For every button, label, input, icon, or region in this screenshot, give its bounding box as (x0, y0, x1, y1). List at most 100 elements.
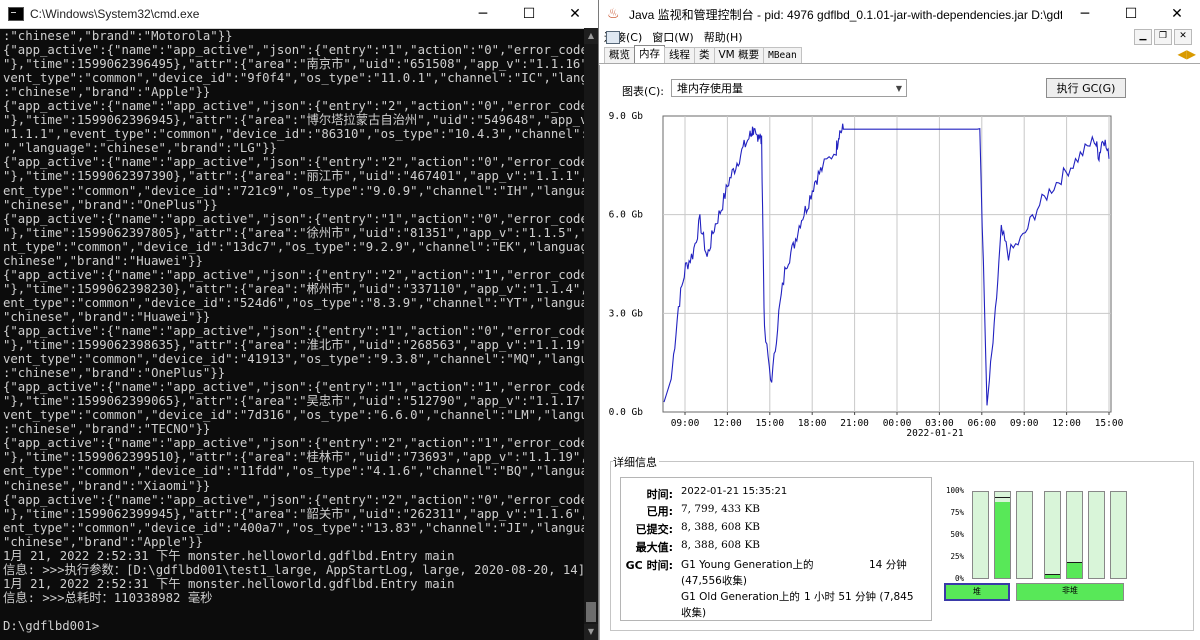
console-line: ent_type":"common","device_id":"400a7","… (3, 520, 587, 535)
mdi-minimize-button[interactable]: ▁ (1134, 29, 1152, 45)
console-line: "chinese","brand":"Apple"}} (3, 534, 203, 549)
console-line: ent_type":"common","device_id":"11fdd","… (3, 464, 587, 479)
gc-young-label: G1 Young Generation上的 (681, 559, 814, 571)
console-line: "},"time":1599062398230},"attr":{"area":… (3, 281, 587, 296)
memory-pool-bar[interactable] (1044, 491, 1061, 579)
menu-bar: 连接(C) 窗口(W) 帮助(H) ▁ ❐ ✕ (599, 28, 1200, 46)
console-line: "},"time":1599062397390},"attr":{"area":… (3, 169, 587, 184)
console-line: :"chinese","brand":"Motorola"}} (3, 29, 233, 43)
jconsole-minimize-button[interactable]: ─ (1062, 0, 1108, 28)
y-tick-label: 3.0 Gb (609, 308, 644, 319)
console-output[interactable]: :"chinese","brand":"Motorola"}} {"app_act… (0, 28, 587, 640)
cmd-scrollbar[interactable]: ▲ ▼ (584, 28, 598, 640)
console-line: 1月 21, 2022 2:52:31 下午 monster.helloworl… (3, 576, 455, 591)
console-line: "chinese","brand":"Xiaomi"}} (3, 478, 211, 493)
memory-pool-bar[interactable] (972, 491, 989, 579)
memory-info-panel: 时间: 2022-01-21 15:35:21 已用: 7, 799, 433 … (620, 477, 932, 621)
console-line: 信息: >>>执行参数：[D:\gdflbd001\test1_large, A… (3, 562, 586, 577)
memory-pool-bar[interactable] (1088, 491, 1105, 579)
x-tick-label: 15:00 (755, 418, 784, 429)
gc-time-key: GC 时间: (625, 559, 673, 572)
gc-old-count: 收集) (681, 607, 707, 619)
console-line: vent_type":"common","device_id":"7d316",… (3, 408, 587, 423)
console-line: {"app_active":{"name":"app_active","json… (3, 323, 587, 338)
max-value: 8, 388, 608 KB (681, 539, 761, 551)
heap-bar-label[interactable]: 堆 (944, 583, 1010, 601)
pool-y-tick: 100% (945, 486, 964, 495)
memory-pool-bars: 100% 75% 50% 25% 0% 堆非堆 (936, 486, 1182, 605)
heap-memory-chart: 9.0 Gb 6.0 Gb 3.0 Gb 0.0 Gb 09:00 12:00 15:00 1… (609, 111, 1124, 439)
cmd-titlebar[interactable]: C:\Windows\System32\cmd.exe ─ ☐ ✕ (0, 0, 598, 29)
memory-pool-bar[interactable] (994, 491, 1011, 579)
console-line: "},"time":1599062396945},"attr":{"area":… (3, 113, 587, 128)
pool-committed-marker (995, 497, 1010, 499)
mdi-restore-button[interactable]: ❐ (1154, 29, 1172, 45)
scrollbar-thumb[interactable] (586, 602, 596, 622)
memory-pool-bar[interactable] (1016, 491, 1033, 579)
y-tick-label: 9.0 Gb (609, 111, 644, 122)
tab-mbean[interactable]: MBean (763, 47, 802, 63)
console-line: "},"time":1599062396495},"attr":{"area":… (3, 57, 587, 72)
gc-old-time: 1 小时 51 分钟 (7,845 (804, 591, 914, 603)
tab-overview[interactable]: 概览 (604, 47, 635, 63)
console-line: "},"time":1599062398635},"attr":{"area":… (3, 338, 587, 353)
pool-committed-marker (1067, 561, 1082, 563)
jconsole-maximize-button[interactable]: ☐ (1108, 0, 1154, 28)
console-line: "chinese","brand":"Huawei"}} (3, 309, 211, 324)
pool-committed-marker (1045, 574, 1060, 576)
pool-used-fill (1045, 575, 1060, 578)
chart-select[interactable]: 堆内存使用量 ▼ (671, 79, 907, 97)
cmd-close-button[interactable]: ✕ (552, 0, 598, 28)
jconsole-window: ♨ Java 监视和管理控制台 - pid: 4976 gdflbd_0.1.0… (599, 0, 1200, 640)
committed-value: 8, 388, 608 KB (681, 521, 761, 533)
pool-used-fill (1067, 562, 1082, 578)
max-key: 最大值: (635, 541, 673, 554)
console-line: "},"time":1599062399945},"attr":{"area":… (3, 506, 587, 521)
x-axis-date-label: 2022-01-21 (906, 428, 963, 439)
perform-gc-button[interactable]: 执行 GC(G) (1046, 78, 1126, 98)
jconsole-window-title: Java 监视和管理控制台 - pid: 4976 gdflbd_0.1.01-… (629, 7, 1062, 22)
console-line: {"app_active":{"name":"app_active","json… (3, 211, 587, 226)
menu-window[interactable]: 窗口(W) (647, 29, 698, 45)
tab-classes[interactable]: 类 (694, 47, 715, 63)
chart-label: 图表(C): (622, 85, 664, 98)
console-line: 信息: >>>总耗时：110338982 毫秒 (3, 590, 213, 605)
jconsole-close-button[interactable]: ✕ (1154, 0, 1200, 28)
cmd-window: C:\Windows\System32\cmd.exe ─ ☐ ✕ :"chin… (0, 0, 599, 640)
chevron-down-icon: ▼ (895, 84, 902, 93)
scroll-down-icon[interactable]: ▼ (584, 624, 598, 640)
jconsole-titlebar[interactable]: ♨ Java 监视和管理控制台 - pid: 4976 gdflbd_0.1.0… (599, 0, 1200, 28)
mdi-close-button[interactable]: ✕ (1174, 29, 1192, 45)
console-line: {"app_active":{"name":"app_active","json… (3, 380, 587, 395)
committed-key: 已提交: (635, 523, 673, 536)
details-label: 详细信息 (613, 454, 659, 470)
console-line: {"app_active":{"name":"app_active","json… (3, 492, 587, 507)
close-connection-icon[interactable]: ◀▶ (1178, 47, 1196, 61)
cmd-maximize-button[interactable]: ☐ (506, 0, 552, 28)
memory-pool-bar[interactable] (1110, 491, 1127, 579)
tab-vm-summary[interactable]: VM 概要 (713, 47, 765, 63)
console-line: 1月 21, 2022 2:52:31 下午 monster.helloworl… (3, 548, 455, 563)
memory-pool-bar[interactable] (1066, 491, 1083, 579)
console-line: ent_type":"common","device_id":"721c9","… (3, 183, 587, 198)
console-line: "},"time":1599062399065},"attr":{"area":… (3, 394, 587, 409)
pool-y-tick: 0% (954, 574, 964, 583)
y-tick-label: 6.0 Gb (609, 210, 644, 221)
gc-young-count: (47,556收集) (681, 575, 747, 587)
cmd-minimize-button[interactable]: ─ (460, 0, 506, 28)
connection-window-icon (606, 31, 620, 44)
tab-memory[interactable]: 内存 (634, 45, 665, 63)
chart-select-value: 堆内存使用量 (677, 82, 743, 95)
console-line: {"app_active":{"name":"app_active","json… (3, 155, 587, 170)
x-tick-label: 12:00 (713, 418, 742, 429)
console-line: D:\gdflbd001> (3, 618, 100, 633)
console-line: nt_type":"common","device_id":"13dc7","o… (3, 239, 587, 254)
menu-help[interactable]: 帮助(H) (699, 29, 748, 45)
java-cup-icon: ♨ (607, 6, 620, 22)
tab-threads[interactable]: 线程 (664, 47, 695, 63)
nonheap-bar-label[interactable]: 非堆 (1016, 583, 1124, 601)
x-tick-label: 15:00 (1095, 418, 1124, 429)
console-line: "},"time":1599062399510},"attr":{"area":… (3, 450, 587, 465)
scroll-up-icon[interactable]: ▲ (584, 28, 598, 44)
